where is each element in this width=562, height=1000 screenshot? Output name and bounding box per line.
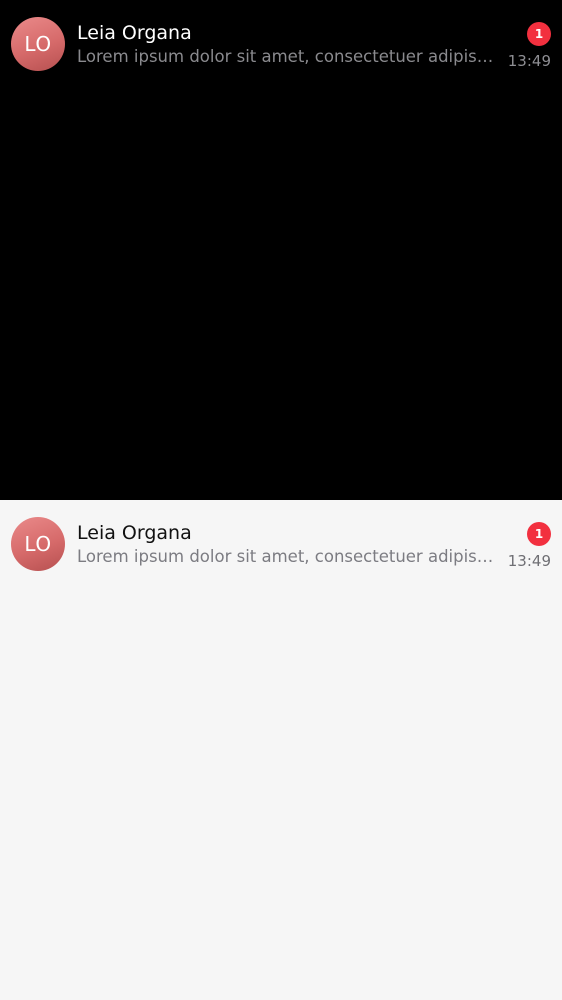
message-timestamp: 13:49 <box>507 52 551 70</box>
conversation-list-item[interactable]: LO Leia Organa Lorem ipsum dolor sit ame… <box>0 0 562 90</box>
contact-name: Leia Organa <box>77 22 192 44</box>
light-theme-panel: LO Leia Organa Lorem ipsum dolor sit ame… <box>0 500 562 1000</box>
avatar: LO <box>11 17 65 71</box>
message-timestamp: 13:49 <box>507 552 551 570</box>
message-preview: Lorem ipsum dolor sit amet, consectetuer… <box>77 547 497 566</box>
contact-name: Leia Organa <box>77 522 192 544</box>
message-preview: Lorem ipsum dolor sit amet, consectetuer… <box>77 47 497 66</box>
avatar: LO <box>11 517 65 571</box>
avatar-initials: LO <box>24 532 52 556</box>
avatar-initials: LO <box>24 32 52 56</box>
dark-theme-panel: LO Leia Organa Lorem ipsum dolor sit ame… <box>0 0 562 500</box>
conversation-list-item[interactable]: LO Leia Organa Lorem ipsum dolor sit ame… <box>0 500 562 590</box>
unread-count-badge: 1 <box>527 522 551 546</box>
unread-count-badge: 1 <box>527 22 551 46</box>
